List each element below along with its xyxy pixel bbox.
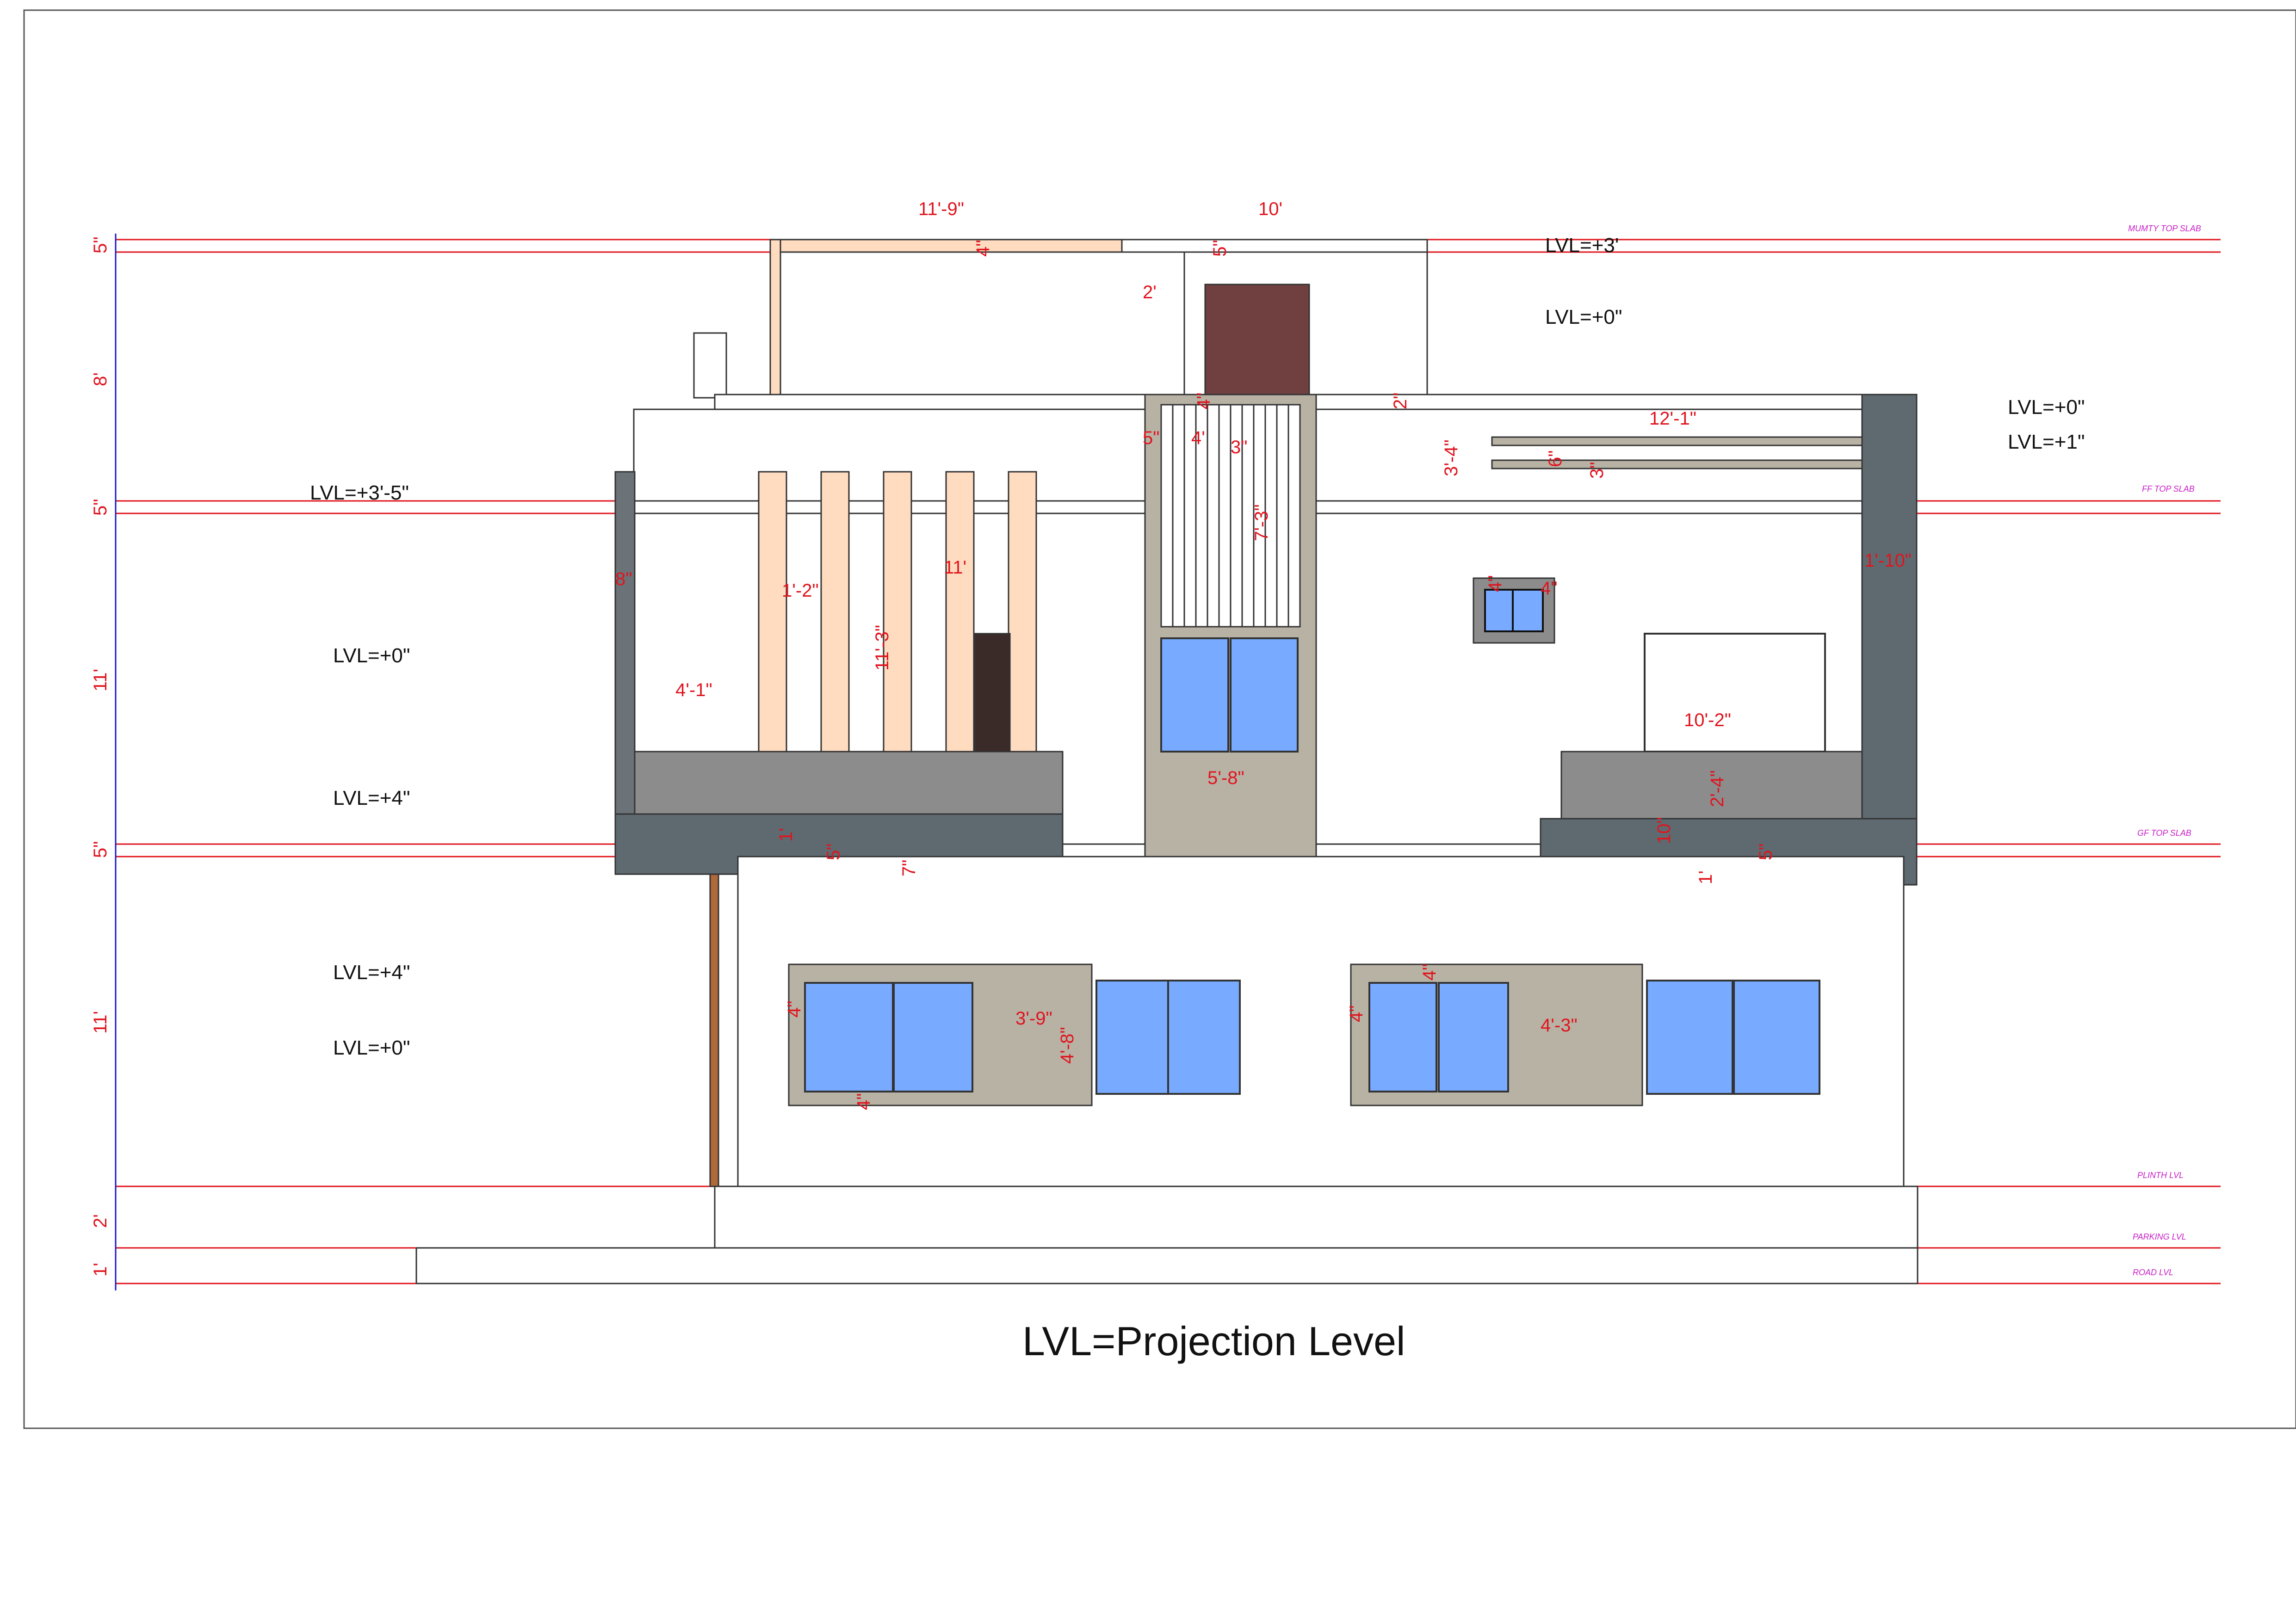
dimension-label: 7" bbox=[899, 860, 919, 876]
level-tag-plinth: PLINTH LVL bbox=[2137, 1171, 2184, 1180]
mumty-slab bbox=[1121, 239, 1428, 253]
projection-label: LVL=+0" bbox=[333, 1037, 410, 1059]
projection-label: LVL=+1" bbox=[2008, 431, 2085, 453]
gf-right-side-window-pane-2 bbox=[1733, 980, 1820, 1095]
gf-left-window-pane-1 bbox=[804, 982, 894, 1092]
dimension-label: 5" bbox=[1756, 844, 1776, 860]
projection-label: LVL=+4" bbox=[333, 961, 410, 984]
dimension-label: 4" bbox=[973, 240, 993, 257]
height-dim: 5" bbox=[90, 499, 111, 516]
height-dim: 2' bbox=[90, 1214, 111, 1228]
gf-right-side-window-pane-1 bbox=[1646, 980, 1733, 1095]
dimension-label: 5" bbox=[1210, 240, 1230, 257]
level-tags: MUMTY TOP SLAB FF TOP SLAB GF TOP SLAB P… bbox=[2128, 224, 2201, 1277]
dimension-label: 4'-3" bbox=[1541, 1015, 1578, 1036]
dimension-label: 3'-4" bbox=[1441, 439, 1461, 476]
parapet-cap bbox=[693, 332, 727, 399]
dimension-label: 5" bbox=[1143, 428, 1159, 448]
small-vent-pane-left bbox=[1484, 589, 1514, 632]
projection-label: LVL=+3'-5" bbox=[310, 481, 409, 504]
gf-right-window-pane-2 bbox=[1438, 982, 1509, 1092]
dimension-label: 3'-9" bbox=[1015, 1008, 1052, 1029]
level-tag-ff: FF TOP SLAB bbox=[2142, 484, 2195, 494]
height-dim: 5" bbox=[90, 237, 111, 253]
dimension-label: 10'-2" bbox=[1684, 710, 1731, 730]
drawing-caption: LVL=Projection Level bbox=[1022, 1318, 1405, 1364]
timber-pergola-post bbox=[769, 239, 781, 395]
projection-label: LVL=+4" bbox=[333, 787, 410, 809]
dark-feature-panel bbox=[974, 633, 1011, 753]
height-dimension-labels: 5" 8' 5" 11' 5" 11' 2' 1' bbox=[90, 237, 111, 1277]
small-vent-pane-right bbox=[1512, 589, 1544, 632]
gf-left-side-window-pane-1 bbox=[1095, 980, 1169, 1095]
left-balcony-planter bbox=[634, 751, 1064, 815]
building-elevation bbox=[115, 234, 2221, 1290]
dimension-label: 4" bbox=[1194, 393, 1214, 409]
timber-pergola-beam bbox=[769, 239, 1127, 253]
dimension-label: 3" bbox=[1231, 437, 1247, 457]
dimension-label: 6" bbox=[1545, 450, 1566, 467]
parking-road-band bbox=[415, 1247, 1918, 1284]
height-dim: 11' bbox=[90, 1011, 111, 1034]
dimension-label: 4" bbox=[784, 1001, 805, 1018]
stair-window-pane-left bbox=[1160, 637, 1229, 753]
mumty-door bbox=[1204, 284, 1310, 395]
dimension-label: 4'-1" bbox=[675, 680, 712, 700]
dimension-label: 1'-10" bbox=[1864, 550, 1912, 571]
dimension-label: 1' bbox=[776, 828, 796, 842]
right-grey-column bbox=[1861, 394, 1918, 886]
dimension-label: 5" bbox=[823, 844, 844, 860]
height-dim: 8' bbox=[90, 372, 111, 386]
ground-floor-pillar bbox=[709, 873, 719, 1187]
gf-left-side-window-pane-2 bbox=[1167, 980, 1241, 1095]
projection-label: LVL=+0" bbox=[2008, 396, 2085, 419]
cantilever-fin-1 bbox=[1491, 436, 1863, 446]
dimension-label: 4" bbox=[854, 1093, 874, 1110]
dimension-label: 4' bbox=[1191, 428, 1205, 448]
dimension-label: 11'-9" bbox=[918, 199, 964, 219]
dimension-label: 4'-8" bbox=[1057, 1027, 1077, 1064]
projection-label: LVL=+0" bbox=[333, 644, 410, 667]
dimension-label: 12'-1" bbox=[1649, 408, 1696, 429]
dimension-label: 1' bbox=[1696, 870, 1716, 884]
dimension-label: 10' bbox=[1258, 199, 1282, 219]
right-balcony-door bbox=[1644, 633, 1826, 753]
dimension-label: 4" bbox=[1419, 964, 1440, 981]
dimension-label: 3" bbox=[1587, 462, 1607, 479]
projection-label: LVL=+0" bbox=[1545, 306, 1622, 328]
gf-left-window-pane-2 bbox=[893, 982, 973, 1092]
height-dim: 5" bbox=[90, 841, 111, 858]
level-tag-road: ROAD LVL bbox=[2133, 1268, 2173, 1277]
dimension-label: 7'-3" bbox=[1251, 504, 1272, 541]
height-dim: 11' bbox=[90, 669, 111, 691]
gf-right-window-pane-1 bbox=[1368, 982, 1437, 1092]
level-tag-mumty: MUMTY TOP SLAB bbox=[2128, 224, 2201, 233]
dimension-label: 4" bbox=[1485, 575, 1505, 592]
level-tag-parking: PARKING LVL bbox=[2133, 1232, 2186, 1241]
plinth-band bbox=[714, 1185, 1918, 1249]
dimension-label: 11'-3" bbox=[872, 625, 892, 671]
dimension-label: 10" bbox=[1654, 817, 1674, 844]
dimension-label: 2'-4" bbox=[1707, 770, 1727, 807]
dimension-label: 11' bbox=[944, 557, 966, 578]
dimension-label: 8" bbox=[615, 569, 632, 589]
elevation-drawing: MUMTY TOP SLAB FF TOP SLAB GF TOP SLAB P… bbox=[23, 9, 2296, 1429]
dimension-label: 2" bbox=[1390, 393, 1411, 409]
dimension-label: 1'-2" bbox=[782, 580, 819, 601]
height-dim: 1' bbox=[90, 1263, 111, 1277]
stair-window-pane-right bbox=[1230, 637, 1299, 753]
dimension-label: 4" bbox=[1541, 578, 1557, 599]
dimension-label: 4" bbox=[1346, 1006, 1367, 1022]
dimension-label: 5'-8" bbox=[1207, 768, 1244, 788]
dimension-label: 2' bbox=[1143, 282, 1157, 302]
level-tag-gf: GF TOP SLAB bbox=[2137, 828, 2191, 838]
projection-label: LVL=+3' bbox=[1545, 234, 1619, 257]
